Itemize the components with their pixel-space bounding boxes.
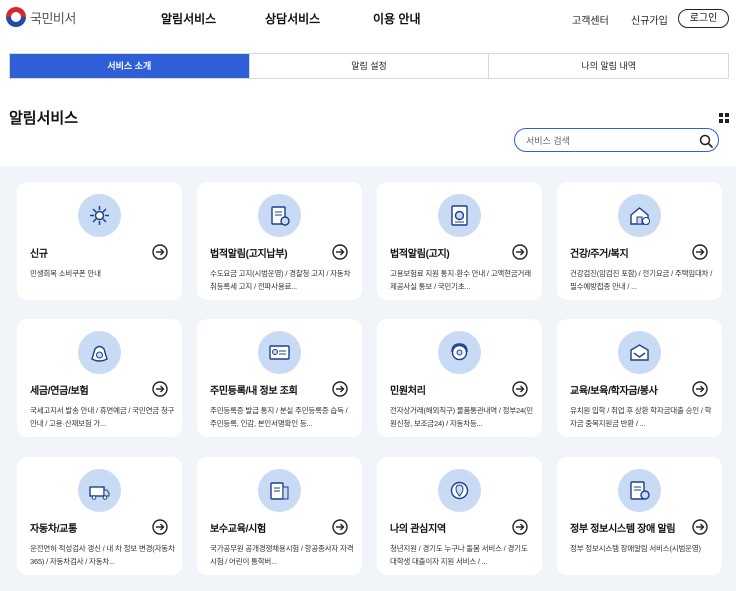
top-header: 국민비서 알림서비스 상담서비스 이용 안내 고객센터 신규가입 로그인: [0, 0, 736, 36]
service-card-desc: 주민등록증 발급 통지 / 분실 주민등록증 습득 / 주민등록, 인감, 본인…: [210, 406, 348, 428]
legal-notice-icon: [438, 194, 481, 237]
service-card-title: 자동차/교통: [30, 524, 77, 535]
service-card[interactable]: 나의 관심지역청년지원 / 경기도 누구나 돌봄 서비스 / 경기도 대학생 대…: [377, 457, 542, 575]
arrow-right-circle-icon[interactable]: [152, 244, 168, 260]
service-card-title: 민원처리: [390, 386, 426, 397]
service-card[interactable]: 법적알림(고지납부) 수도요금 고지(시범운영) / 경찰청 고지 / 자동차 취…: [197, 182, 362, 300]
education-icon: [618, 331, 661, 374]
service-card[interactable]: 세금/연금/보험국세고지서 발송 안내 / 휴면예금 / 국민연금 청구안내 /…: [17, 319, 182, 437]
nav-consult-service[interactable]: 상담서비스: [265, 10, 320, 27]
service-card-desc: 정부 정보시스템 장애알림 서비스(시범운영): [570, 544, 701, 553]
service-card-title: 주민등록/내 정보 조회: [210, 386, 298, 397]
arrow-right-circle-icon[interactable]: [152, 381, 168, 397]
training-exam-icon: [258, 469, 301, 512]
arrow-right-circle-icon[interactable]: [692, 519, 708, 535]
search-box: [514, 128, 719, 152]
logo[interactable]: 국민비서: [6, 7, 76, 27]
service-card-desc: 전자상거래(해외직구) 물품통관내역 / 정부24(민원신청, 보조금24) /…: [390, 406, 533, 428]
system-outage-icon: [618, 469, 661, 512]
service-card[interactable]: 법적알림(고지) 고용보험료 지원 통지·환수 안내 / 고액현금거래 제공사실 …: [377, 182, 542, 300]
tab-my-alarm-history[interactable]: 나의 알림 내역: [488, 54, 728, 78]
service-card-title: 세금/연금/보험: [30, 386, 89, 397]
service-card[interactable]: 자동차/교통운전면허 적성검사 갱신 / 내 차 정보 변경(자동차365) /…: [17, 457, 182, 575]
service-card[interactable]: 정부 정보시스템 장애 알림정부 정보시스템 장애알림 서비스(시범운영): [557, 457, 722, 575]
health-housing-icon: [618, 194, 661, 237]
tab-bar: 서비스 소개 알림 설정 나의 알림 내역: [9, 53, 729, 79]
arrow-right-circle-icon[interactable]: [512, 519, 528, 535]
service-card[interactable]: 신규민생회복 소비쿠폰 안내: [17, 182, 182, 300]
service-card-desc: 유치원 입학 / 취업 후 상환 학자금대출 승인 / 학자금 중복지원금 반환…: [570, 406, 712, 428]
service-card-desc: 민생회복 소비쿠폰 안내: [30, 269, 101, 278]
legal-notice-payment-icon: [258, 194, 301, 237]
service-card-title: 교육/보육/학자금/봉사: [570, 386, 658, 397]
service-card-desc: 국세고지서 발송 안내 / 휴면예금 / 국민연금 청구안내 / 고용·산재보험…: [30, 406, 175, 428]
logo-text: 국민비서: [30, 10, 76, 26]
civil-service-icon: [438, 331, 481, 374]
tab-service-intro[interactable]: 서비스 소개: [10, 54, 249, 78]
service-card-desc: 수도요금 고지(시범운영) / 경찰청 고지 / 자동차 취등록세 고지 / 전…: [210, 269, 351, 291]
service-card-desc: 고용보험료 지원 통지·환수 안내 / 고액현금거래 제공사실 통보 / 국민기…: [390, 269, 531, 291]
arrow-right-circle-icon[interactable]: [152, 519, 168, 535]
service-card-title: 보수교육/시험: [210, 524, 266, 535]
vehicle-traffic-icon: [78, 469, 121, 512]
service-card-desc: 운전면허 적성검사 갱신 / 내 차 정보 변경(자동차365) / 자동차검사…: [30, 544, 175, 566]
service-card[interactable]: 보수교육/시험국가공무원 공개경쟁채용시험 / 항공종사자 자격 시험 / 어린…: [197, 457, 362, 575]
tab-alarm-settings[interactable]: 알림 설정: [248, 54, 489, 78]
signup-link[interactable]: 신규가입: [631, 12, 668, 27]
resident-id-icon: [258, 331, 301, 374]
service-card-title: 정부 정보시스템 장애 알림: [570, 524, 676, 535]
tax-pension-icon: [78, 331, 121, 374]
arrow-right-circle-icon[interactable]: [692, 244, 708, 260]
customer-center-link[interactable]: 고객센터: [572, 12, 609, 27]
service-card-title: 건강/주거/복지: [570, 249, 629, 260]
search-icon[interactable]: [699, 134, 713, 148]
search-input[interactable]: [526, 133, 696, 148]
service-card-title: 법적알림(고지납부): [210, 249, 288, 260]
page-title: 알림서비스: [9, 110, 79, 127]
arrow-right-circle-icon[interactable]: [332, 244, 348, 260]
service-card[interactable]: 주민등록/내 정보 조회주민등록증 발급 통지 / 분실 주민등록증 습득 / …: [197, 319, 362, 437]
arrow-right-circle-icon[interactable]: [512, 244, 528, 260]
service-card-desc: 청년지원 / 경기도 누구나 돌봄 서비스 / 경기도 대학생 대출이자 지원 …: [390, 544, 528, 566]
arrow-right-circle-icon[interactable]: [332, 519, 348, 535]
taegeuk-logo-icon: [6, 7, 26, 27]
login-button[interactable]: 로그인: [678, 9, 729, 28]
arrow-right-circle-icon[interactable]: [692, 381, 708, 397]
new-service-icon: [78, 194, 121, 237]
nav-usage-guide[interactable]: 이용 안내: [373, 10, 421, 27]
service-card-desc: 국가공무원 공개경쟁채용시험 / 항공종사자 자격 시험 / 어린이 통학버..…: [210, 544, 354, 566]
arrow-right-circle-icon[interactable]: [332, 381, 348, 397]
service-card[interactable]: 교육/보육/학자금/봉사유치원 입학 / 취업 후 상환 학자금대출 승인 / …: [557, 319, 722, 437]
service-card-title: 법적알림(고지): [390, 249, 450, 260]
service-card-desc: 건강검진(암검진 포함) / 전기요금 / 주택임대차 / 필수예방접종 안내 …: [570, 269, 713, 291]
grid-view-icon[interactable]: [719, 113, 729, 123]
service-card-title: 신규: [30, 249, 48, 260]
nav-alarm-service[interactable]: 알림서비스: [161, 10, 216, 27]
service-card-grid: 신규 민생회복 소비쿠폰 안내 법적알림(고지납부) 수도요금 고지(시범운영) / …: [0, 166, 736, 591]
interest-region-icon: [438, 469, 481, 512]
service-card[interactable]: 민원처리전자상거래(해외직구) 물품통관내역 / 정부24(민원신청, 보조금2…: [377, 319, 542, 437]
arrow-right-circle-icon[interactable]: [512, 381, 528, 397]
service-card[interactable]: 건강/주거/복지건강검진(암검진 포함) / 전기요금 / 주택임대차 / 필수…: [557, 182, 722, 300]
service-card-title: 나의 관심지역: [390, 524, 446, 535]
